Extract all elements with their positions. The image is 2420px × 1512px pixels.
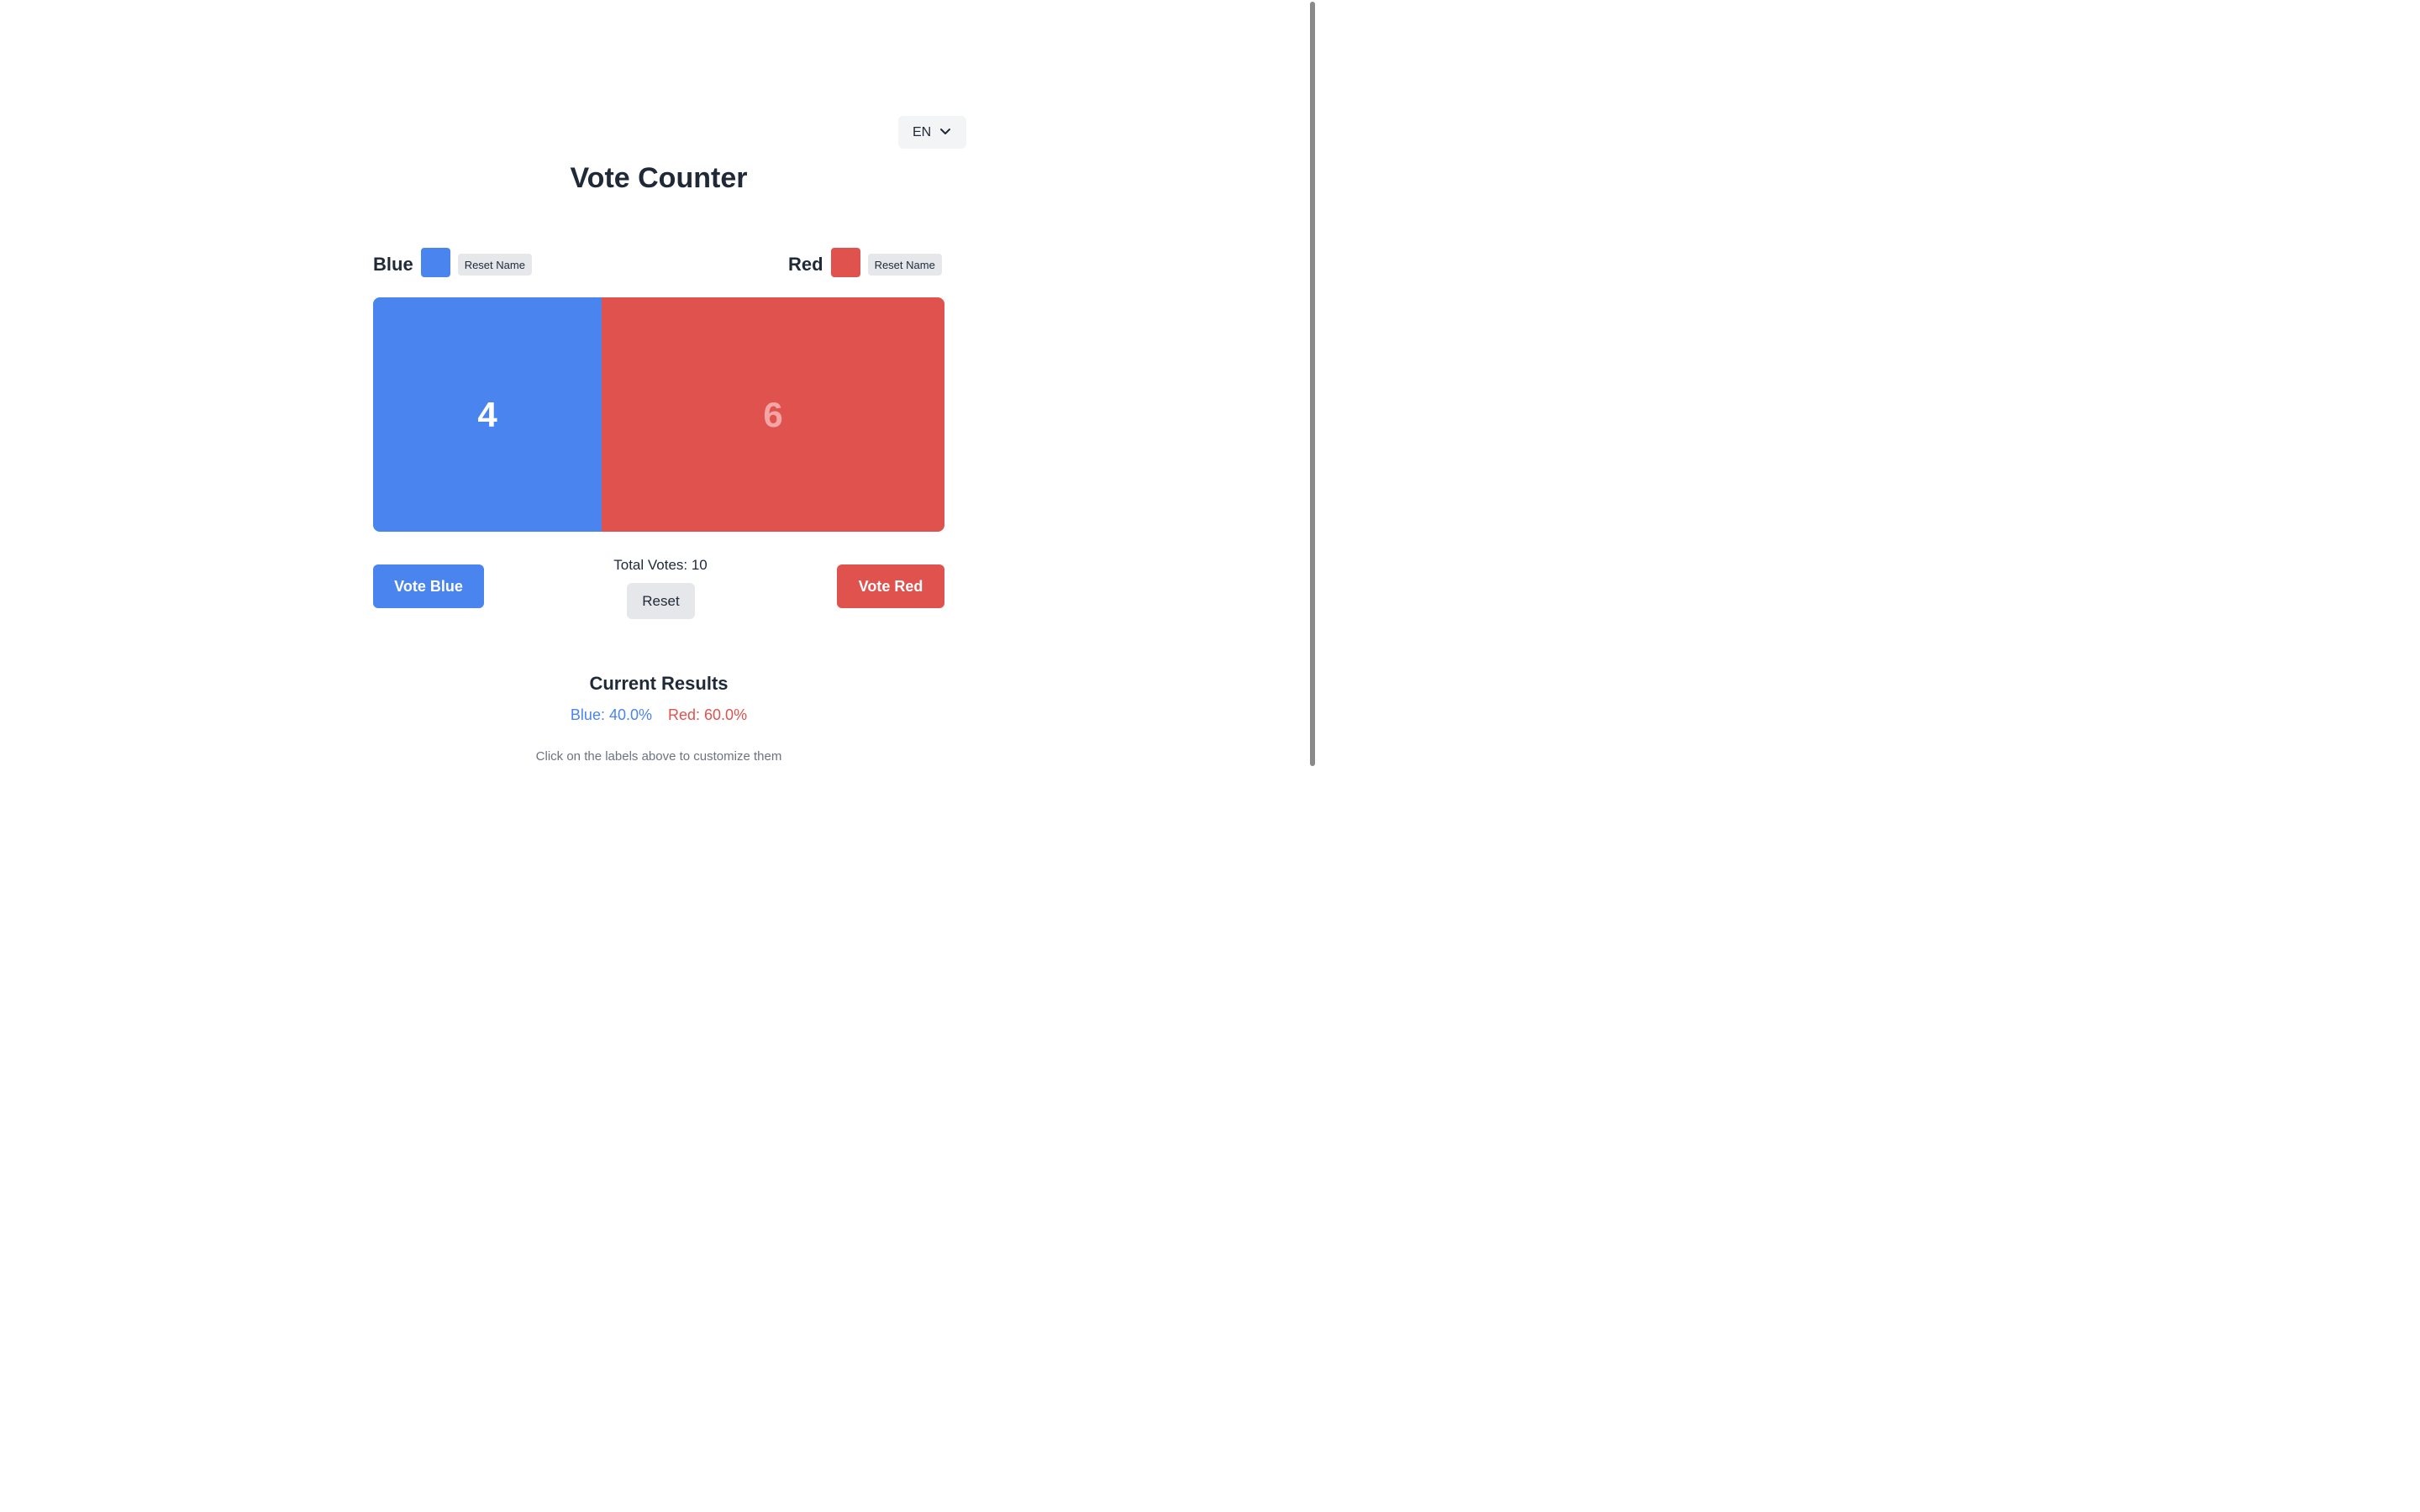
vote-red-button[interactable]: Vote Red [837,564,944,608]
page-scrollbar[interactable] [1307,0,1318,823]
language-select-value: EN [913,124,932,139]
blue-candidate-name[interactable]: Blue [373,254,413,276]
blue-vote-count: 4 [477,394,497,434]
red-reset-name-button[interactable]: Reset Name [867,254,942,276]
vote-counter-page: EN Vote Counter Blue Reset Name Red Rese… [0,0,1318,823]
red-vote-count: 6 [763,394,783,434]
blue-label-row: Blue Reset Name [373,247,532,277]
vote-share-bar: 4 6 [373,297,944,532]
red-label-row: Red Reset Name [788,247,942,277]
red-candidate-name[interactable]: Red [788,254,823,276]
blue-vote-segment: 4 [373,297,602,532]
red-percent: Red: 60.0% [668,706,748,723]
blue-color-swatch[interactable] [420,247,450,277]
customize-hint: Click on the labels above to customize t… [535,749,782,764]
red-color-swatch[interactable] [830,247,860,277]
vote-blue-button[interactable]: Vote Blue [373,564,484,608]
scrollbar-thumb[interactable] [1310,2,1315,766]
language-select[interactable]: EN [898,116,966,149]
chevron-down-icon [940,129,950,134]
results-title: Current Results [589,673,729,694]
blue-reset-name-button[interactable]: Reset Name [457,254,532,276]
results-percentages: Blue: 40.0% Red: 60.0% [0,706,1318,724]
total-votes: Total Votes: 10 [613,557,708,573]
red-vote-segment: 6 [602,297,944,532]
blue-percent: Blue: 40.0% [570,706,652,723]
page-title: Vote Counter [570,162,748,194]
reset-button[interactable]: Reset [627,583,695,619]
